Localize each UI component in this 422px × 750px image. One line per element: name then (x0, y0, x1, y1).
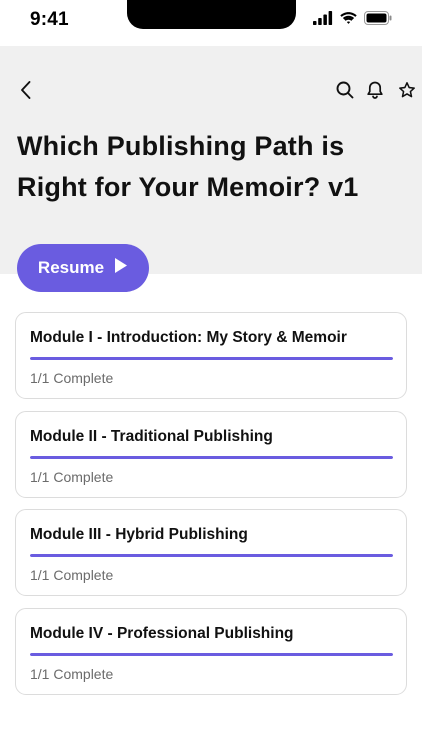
search-icon (335, 80, 355, 105)
module-card[interactable]: Module III - Hybrid Publishing 1/1 Compl… (15, 509, 407, 596)
module-progress-bar (30, 652, 393, 656)
module-status: 1/1 Complete (30, 468, 114, 485)
device-notch (127, 0, 296, 29)
star-icon (398, 81, 416, 104)
module-progress-bar (30, 554, 393, 557)
search-button[interactable] (333, 80, 357, 104)
back-chevron-icon (19, 80, 33, 105)
notifications-button[interactable] (363, 80, 387, 104)
course-header: Which Publishing Path is Right for Your … (0, 46, 422, 274)
module-status: 1/1 Complete (30, 370, 114, 386)
app-screen: 9:41 Which Publishing Path is Right for … (0, 0, 422, 750)
module-card[interactable]: Module II - Traditional Publishing 1/1 C… (15, 410, 407, 498)
battery-icon (364, 10, 392, 30)
status-bar: 9:41 (0, 0, 422, 46)
page-title: Which Publishing Path is Right for Your … (17, 131, 359, 202)
module-progress-fill (30, 357, 393, 360)
module-list: Module I - Introduction: My Story & Memo… (15, 312, 407, 706)
play-icon (114, 257, 128, 279)
back-button[interactable] (14, 80, 38, 104)
module-title: Module I - Introduction: My Story & Memo… (30, 329, 347, 346)
resume-button[interactable]: Resume (17, 244, 149, 292)
bell-icon (365, 80, 385, 105)
module-progress-fill (30, 554, 393, 557)
module-title: Module IV - Professional Publishing (30, 624, 294, 642)
module-status: 1/1 Complete (30, 567, 114, 583)
module-progress-fill (30, 455, 393, 459)
cellular-signal-icon (313, 10, 333, 30)
module-progress-bar (30, 357, 393, 360)
module-title: Module II - Traditional Publishing (30, 427, 273, 445)
resume-label: Resume (37, 258, 105, 277)
module-progress-fill (30, 652, 393, 656)
status-time: 9:41 (30, 9, 69, 30)
favorite-button[interactable] (395, 80, 419, 104)
module-card[interactable]: Module IV - Professional Publishing 1/1 … (15, 607, 407, 695)
module-title: Module III - Hybrid Publishing (30, 526, 248, 543)
module-status: 1/1 Complete (30, 665, 114, 682)
status-icons (313, 10, 392, 30)
wifi-icon (339, 11, 358, 30)
module-progress-bar (30, 455, 393, 459)
module-card[interactable]: Module I - Introduction: My Story & Memo… (15, 312, 407, 399)
